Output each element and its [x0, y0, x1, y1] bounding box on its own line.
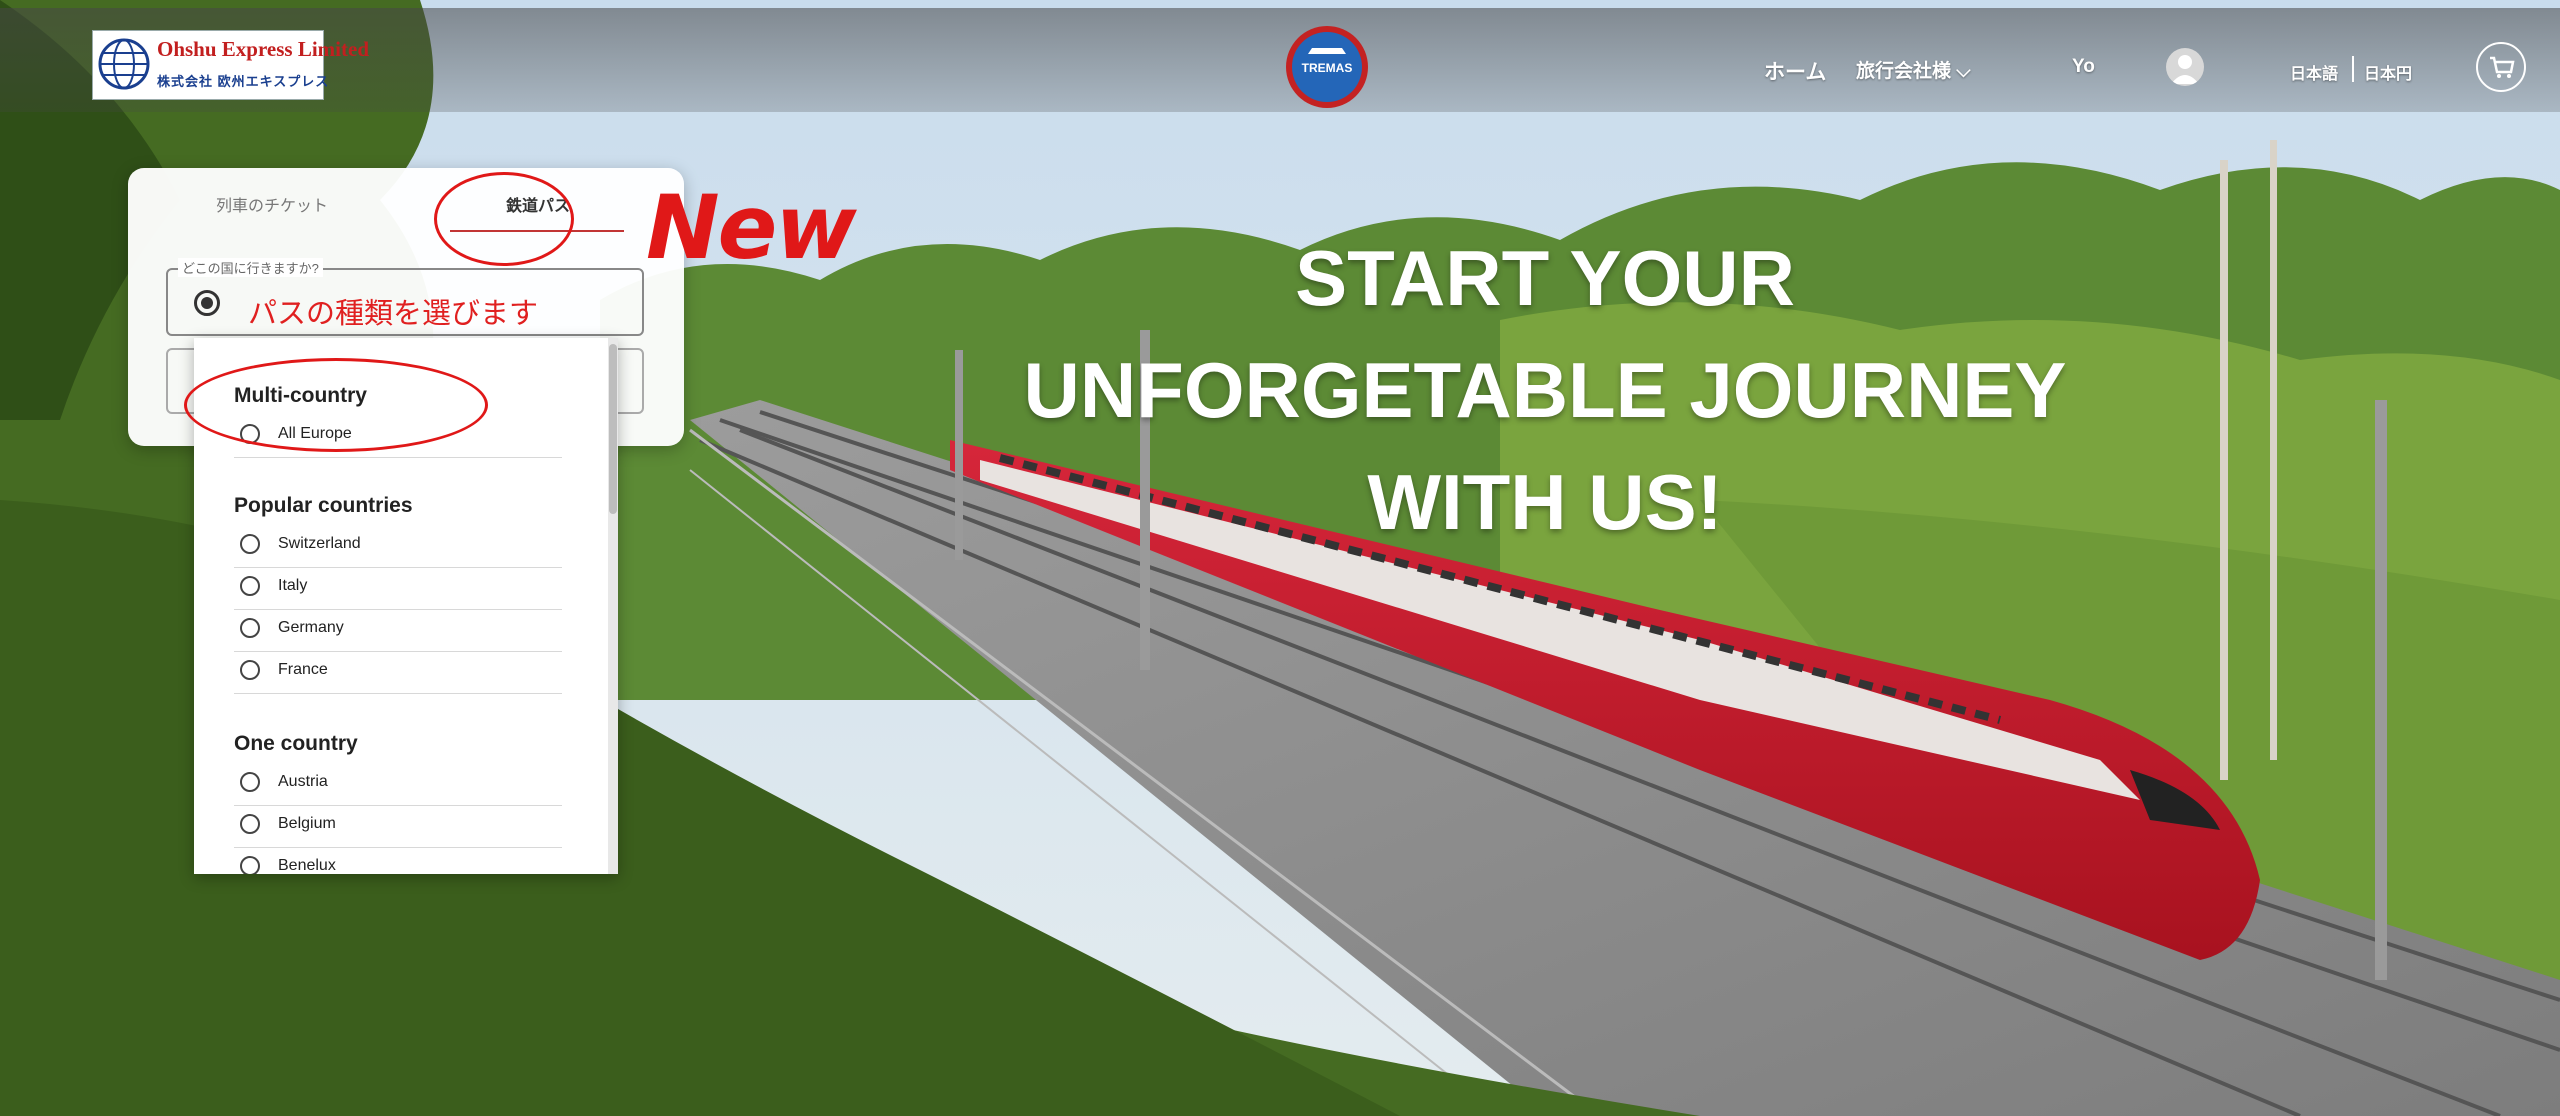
tab-train-tickets[interactable]: 列車のチケット	[216, 192, 328, 216]
radio-icon	[240, 618, 260, 638]
option-benelux[interactable]: Benelux	[234, 848, 562, 874]
option-label: Belgium	[278, 815, 336, 832]
logo-company-name-jp: 株式会社 欧州エキスプレス	[157, 74, 330, 89]
option-germany[interactable]: Germany	[234, 610, 562, 652]
group-title-one-country: One country	[234, 732, 358, 755]
tremas-emblem-logo[interactable]: TREMAS	[1284, 24, 1370, 110]
company-logo[interactable]: Ohshu Express Limited 株式会社 欧州エキスプレス	[92, 30, 369, 100]
language-selector[interactable]: 日本語	[2290, 60, 2338, 84]
nav-travel-agency-menu[interactable]: 旅行会社様 ⌵	[1856, 56, 1971, 83]
pass-type-placeholder: パスの種類を選びます	[248, 298, 539, 330]
option-label: Austria	[278, 773, 328, 790]
option-austria[interactable]: Austria	[234, 764, 562, 806]
option-label: Italy	[278, 577, 308, 594]
option-belgium[interactable]: Belgium	[234, 806, 562, 848]
radio-icon	[240, 856, 260, 874]
option-italy[interactable]: Italy	[234, 568, 562, 610]
annotation-ellipse-multi-country	[184, 358, 488, 452]
option-label: Germany	[278, 619, 344, 636]
nav-divider	[2352, 56, 2354, 82]
hero-line-2: UNFORGETABLE JOURNEY	[1023, 346, 2067, 434]
option-france[interactable]: France	[234, 652, 562, 694]
top-navigation-bar: Ohshu Express Limited 株式会社 欧州エキスプレス TREM…	[0, 8, 2560, 112]
emblem-text: TREMAS	[1302, 61, 1353, 75]
option-switzerland[interactable]: Switzerland	[234, 526, 562, 568]
option-label: Switzerland	[278, 535, 361, 552]
logo-company-name: Ohshu Express Limited	[157, 37, 369, 61]
user-icon	[2171, 55, 2199, 84]
radio-icon	[240, 660, 260, 680]
option-label: France	[278, 661, 328, 678]
hero-line-3: WITH US!	[1367, 458, 1723, 546]
shopping-cart-icon	[2490, 56, 2515, 78]
radio-icon	[240, 576, 260, 596]
globe-icon	[98, 38, 150, 90]
pass-type-select[interactable]: どこの国に行きますか? パスの種類を選びます	[166, 258, 644, 336]
group-title-popular-countries: Popular countries	[234, 494, 413, 517]
hero-headline: START YOUR UNFORGETABLE JOURNEY WITH US!	[1000, 222, 2090, 558]
radio-icon	[240, 534, 260, 554]
pass-type-label: どこの国に行きますか?	[178, 258, 323, 277]
radio-icon	[240, 772, 260, 792]
option-label: Benelux	[278, 857, 336, 874]
dropdown-scrollbar[interactable]	[608, 338, 618, 874]
currency-selector[interactable]: 日本円	[2364, 60, 2412, 84]
user-avatar[interactable]	[2166, 48, 2204, 86]
nav-home-link[interactable]: ホーム	[1764, 56, 1826, 86]
nav-user-menu[interactable]: Yo	[2072, 56, 2095, 78]
scrollbar-thumb[interactable]	[609, 344, 617, 514]
annotation-new-label: New	[646, 176, 857, 279]
radio-selected-icon	[194, 290, 220, 316]
annotation-ellipse-rail-pass	[434, 172, 574, 266]
cart-button[interactable]	[2476, 42, 2526, 92]
radio-icon	[240, 814, 260, 834]
hero-line-1: START YOUR	[1295, 234, 1795, 322]
